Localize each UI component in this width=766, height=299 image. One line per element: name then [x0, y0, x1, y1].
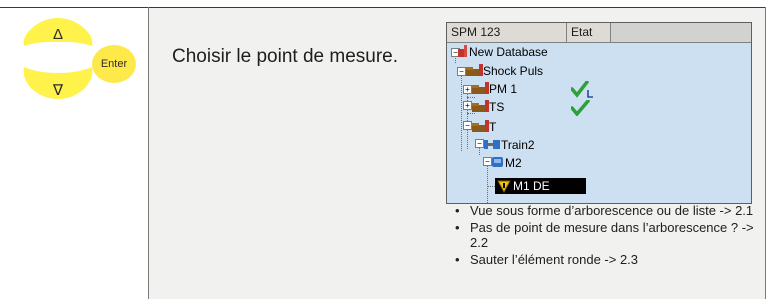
tree-line: [461, 73, 462, 151]
warning-icon: [497, 180, 511, 193]
folder-icon: [472, 100, 489, 112]
database-icon: [458, 45, 467, 57]
folder-icon: [466, 64, 483, 76]
column-divider: [148, 7, 149, 299]
check-l-icon: [571, 81, 593, 98]
tree-node-label[interactable]: Shock Puls: [483, 64, 543, 78]
down-key[interactable]: ∇: [18, 63, 98, 101]
tree-panel[interactable]: SPM 123 Etat − − + + − − − New Database …: [446, 22, 752, 204]
tree-node-label[interactable]: TS: [489, 100, 504, 114]
tree-node-label[interactable]: New Database: [469, 45, 548, 59]
note-item: • Vue sous forme d’arborescence ou de lis…: [455, 203, 754, 218]
notes-list: • Vue sous forme d’arborescence ou de lis…: [454, 203, 754, 269]
tree-node-label[interactable]: T: [489, 120, 496, 134]
check-icon: [571, 100, 590, 116]
tree-node-label[interactable]: PM 1: [489, 82, 517, 96]
tree-header: SPM 123 Etat: [447, 23, 751, 43]
tree-node-label[interactable]: M2: [505, 156, 522, 170]
top-rule: [0, 7, 766, 8]
tree-line: [487, 186, 495, 187]
folder-icon: [472, 82, 489, 94]
tree-line: [467, 113, 475, 114]
note-item: • Pas de point de mesure dans l’arboresce…: [455, 220, 754, 250]
up-key[interactable]: Δ: [18, 16, 98, 52]
tree-node-label: M1 DE: [513, 179, 550, 193]
folder-icon: [472, 120, 489, 132]
tree-node-label[interactable]: Train2: [501, 138, 535, 152]
up-arrow-icon: Δ: [52, 25, 64, 43]
tree-line: [487, 163, 488, 203]
tree-line: [467, 97, 475, 98]
machine-icon: [484, 140, 500, 149]
header-column-status[interactable]: Etat: [567, 23, 611, 42]
header-column-name[interactable]: SPM 123: [447, 23, 567, 42]
machine-icon: [492, 157, 503, 167]
instruction-text: Choisir le point de mesure.: [172, 46, 398, 67]
enter-key[interactable]: Enter: [90, 44, 138, 84]
down-arrow-icon: ∇: [52, 82, 64, 99]
tree-line: [467, 91, 468, 149]
enter-key-label: Enter: [100, 58, 128, 70]
note-item: • Sauter l’élément ronde -> 2.3: [455, 252, 639, 267]
instruction-table: Δ ∇ Enter Choisir le point de mesure. SP…: [0, 0, 766, 299]
